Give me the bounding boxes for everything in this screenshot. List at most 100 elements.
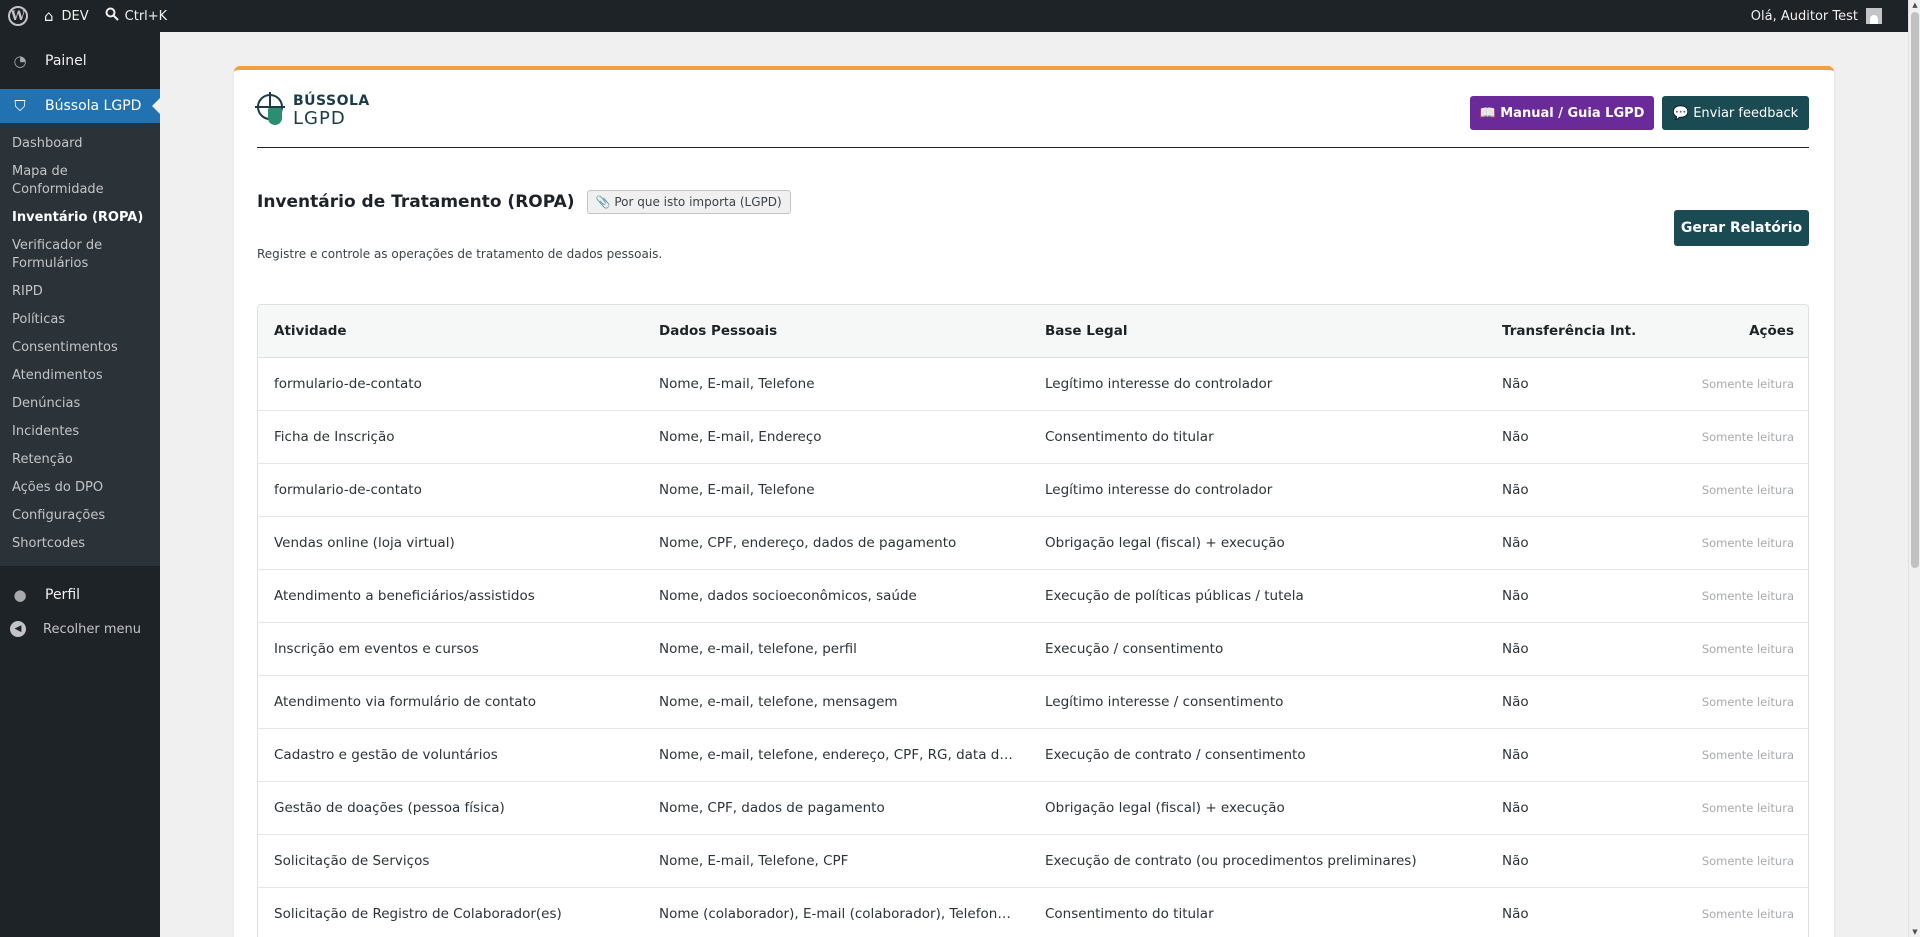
page-title: Inventário de Tratamento (ROPA) [257,192,575,212]
cell-acoes: Somente leitura [1666,622,1808,676]
menu-dashboard-label: Painel [45,53,87,69]
generate-report-button[interactable]: Gerar Relatório [1674,210,1809,246]
table-row: Gestão de doações (pessoa física) Nome, C… [258,781,1808,835]
cell-acoes: Somente leitura [1666,675,1808,729]
sidebar-item-acoes-dpo[interactable]: Ações do DPO [0,474,160,502]
cell-dados-pessoais: Nome, E-mail, Endereço [643,410,1029,464]
why-it-matters-button[interactable]: 📎 Por que isto importa (LGPD) [586,190,791,214]
sidebar-item-inventario[interactable]: Inventário (ROPA) [0,204,160,232]
sidebar-item-consentimentos[interactable]: Consentimentos [0,334,160,362]
cell-transferencia: Não [1486,887,1666,937]
collapse-menu-button[interactable]: ◀ Recolher menu [0,612,160,646]
admin-bar: W ⌂ DEV Ctrl+K Olá, Auditor Test [0,0,1920,32]
cell-acoes: Somente leitura [1666,728,1808,782]
submenu: Dashboard Mapa de Conformidade Inventári… [0,123,160,566]
site-link[interactable]: ⌂ DEV [36,0,97,32]
sidebar-item-politicas[interactable]: Políticas [0,306,160,334]
sidebar-item-denuncias[interactable]: Denúncias [0,390,160,418]
send-feedback-button[interactable]: 💬 Enviar feedback [1662,96,1809,130]
cell-transferencia: Não [1486,728,1666,782]
cell-dados-pessoais: Nome, E-mail, Telefone [643,463,1029,517]
account-menu[interactable]: Olá, Auditor Test [1751,8,1920,24]
cell-dados-pessoais: Nome, CPF, dados de pagamento [643,781,1029,835]
cell-base-legal: Legítimo interesse do controlador [1029,357,1486,411]
page-scrollbar[interactable]: ▲ ▼ [1908,0,1920,937]
cell-acoes: Somente leitura [1666,516,1808,570]
header-atividade[interactable]: Atividade [258,305,643,358]
header-base-legal[interactable]: Base Legal [1029,305,1486,358]
cell-dados-pessoais: Nome, E-mail, Telefone [643,357,1029,411]
sidebar-item-atendimentos[interactable]: Atendimentos [0,362,160,390]
scroll-down-icon[interactable]: ▼ [1911,928,1919,936]
command-palette-button[interactable]: Ctrl+K [97,0,176,32]
menu-perfil-label: Perfil [45,587,81,603]
main-content: BÚSSOLA LGPD 📖 Manual / Guia LGPD 💬 Envi… [160,32,1910,937]
sidebar-item-configuracoes[interactable]: Configurações [0,502,160,530]
cell-atividade: formulario-de-contato [258,357,643,411]
search-shortcut-label: Ctrl+K [124,8,168,24]
cell-base-legal: Consentimento do titular [1029,887,1486,937]
sidebar-item-retencao[interactable]: Retenção [0,446,160,474]
cell-base-legal: Obrigação legal (fiscal) + execução [1029,781,1486,835]
table-row: Atendimento via formulário de contato Nom… [258,675,1808,729]
table-row: Inscrição em eventos e cursos Nome, e-mai… [258,622,1808,676]
sidebar-item-ripd[interactable]: RIPD [0,278,160,306]
menu-bussola-lgpd[interactable]: ⛉ Bússola LGPD [0,89,160,123]
site-name: DEV [61,8,89,24]
cell-acoes: Somente leitura [1666,887,1808,937]
manual-guide-button[interactable]: 📖 Manual / Guia LGPD [1470,96,1654,130]
cell-base-legal: Legítimo interesse / consentimento [1029,675,1486,729]
cell-transferencia: Não [1486,357,1666,411]
header-dados-pessoais[interactable]: Dados Pessoais [643,305,1029,358]
cell-transferencia: Não [1486,410,1666,464]
table-row: formulario-de-contato Nome, E-mail, Telef… [258,463,1808,517]
wordpress-logo-icon[interactable]: W [0,0,36,32]
table-header-row: Atividade Dados Pessoais Base Legal Tran… [258,305,1808,358]
greeting: Olá, Auditor Test [1750,8,1858,24]
header-transferencia[interactable]: Transferência Int. [1486,305,1666,358]
table-body: formulario-de-contato Nome, E-mail, Telef… [258,357,1808,937]
table-row: Cadastro e gestão de voluntários Nome, e-… [258,728,1808,782]
search-icon [105,7,119,25]
cell-base-legal: Execução de contrato (ou procedimentos p… [1029,834,1486,888]
cell-base-legal: Execução de políticas públicas / tutela [1029,569,1486,623]
cell-acoes: Somente leitura [1666,569,1808,623]
scrollbar-thumb[interactable] [1911,12,1919,568]
cell-atividade: Vendas online (loja virtual) [258,516,643,570]
table-row: Solicitação de Registro de Colaborador(e… [258,887,1808,937]
cell-dados-pessoais: Nome (colaborador), E-mail (colaborador)… [643,887,1029,937]
table-row: Solicitação de Serviços Nome, E-mail, Tel… [258,834,1808,888]
table-row: Atendimento a beneficiários/assistidos No… [258,569,1808,623]
cell-dados-pessoais: Nome, dados socioeconômicos, saúde [643,569,1029,623]
cell-transferencia: Não [1486,569,1666,623]
sidebar-item-verificador[interactable]: Verificador de Formulários [0,232,160,278]
cell-atividade: Gestão de doações (pessoa física) [258,781,643,835]
sidebar-item-mapa[interactable]: Mapa de Conformidade [0,158,160,204]
scroll-up-icon[interactable]: ▲ [1911,1,1919,9]
sidebar-item-incidentes[interactable]: Incidentes [0,418,160,446]
cell-dados-pessoais: Nome, e-mail, telefone, mensagem [643,675,1029,729]
cell-atividade: Solicitação de Serviços [258,834,643,888]
cell-dados-pessoais: Nome, e-mail, telefone, perfil [643,622,1029,676]
sidebar-item-shortcodes[interactable]: Shortcodes [0,530,160,558]
cell-acoes: Somente leitura [1666,834,1808,888]
cell-atividade: Ficha de Inscrição [258,410,643,464]
home-icon: ⌂ [44,7,54,25]
logo-text-line1: BÚSSOLA [293,93,370,109]
cell-acoes: Somente leitura [1666,463,1808,517]
cell-atividade: Atendimento a beneficiários/assistidos [258,569,643,623]
cell-atividade: Inscrição em eventos e cursos [258,622,643,676]
menu-perfil[interactable]: ● Perfil [0,578,160,612]
admin-sidebar: ◔ Painel ⛉ Bússola LGPD Dashboard Mapa d… [0,32,160,937]
shield-icon: ⛉ [14,97,26,115]
page-subtitle: Registre e controle as operações de trat… [257,247,663,261]
cell-base-legal: Consentimento do titular [1029,410,1486,464]
cell-acoes: Somente leitura [1666,410,1808,464]
sidebar-item-dashboard[interactable]: Dashboard [0,130,160,158]
bussola-lgpd-logo: BÚSSOLA LGPD [255,92,370,129]
table-row: Ficha de Inscrição Nome, E-mail, Endereço… [258,410,1808,464]
cell-atividade: Solicitação de Registro de Colaborador(e… [258,887,643,937]
cell-atividade: formulario-de-contato [258,463,643,517]
logo-text-line2: LGPD [293,108,346,129]
menu-dashboard[interactable]: ◔ Painel [0,44,160,78]
